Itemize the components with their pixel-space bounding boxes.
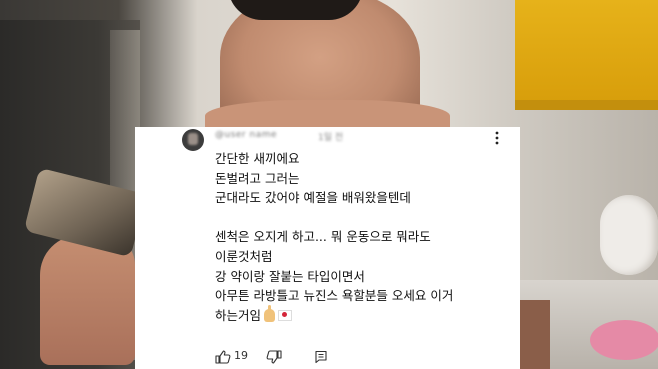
comment-card: @user name 1일 전 간단한 새끼에요 돈벌려고 그러는 군대라도 갔… xyxy=(135,127,520,369)
reply-icon[interactable] xyxy=(314,349,330,364)
pink-bowl xyxy=(590,320,658,360)
person-arm xyxy=(520,300,550,369)
thumbs-up-icon[interactable] xyxy=(215,349,231,364)
hand-emoji xyxy=(264,304,276,322)
comment-line: 간단한 새끼에요 xyxy=(215,151,300,166)
thumbs-down-icon[interactable] xyxy=(266,349,282,364)
cabinet-edge xyxy=(515,100,658,110)
person-hair xyxy=(228,0,363,20)
dish-rack-plate xyxy=(600,195,658,275)
comment-line: 군대라도 갔어야 예절을 배워왔을텐데 xyxy=(215,190,411,206)
japan-flag-emoji xyxy=(278,309,293,321)
comment-timestamp[interactable]: 1일 전 xyxy=(318,130,343,143)
yellow-cabinet xyxy=(515,0,658,108)
comment-line: 강 약이랑 잘붙는 타입이면서 xyxy=(215,268,365,284)
comment-line: 센척은 오지게 하고... 뭐 운동으로 뭐라도 xyxy=(215,229,431,245)
comment-line: 이룬것처럼 xyxy=(215,248,273,264)
comment-line: 돈벌려고 그러는 xyxy=(215,170,300,186)
avatar[interactable] xyxy=(182,129,204,151)
comment-line-blank xyxy=(215,208,510,228)
like-count: 19 xyxy=(234,349,248,362)
comment-actions: 19 xyxy=(215,349,515,365)
comment-body: 간단한 새끼에요 돈벌려고 그러는 군대라도 갔어야 예절을 배워왔을텐데 센척… xyxy=(215,149,510,325)
comment-author[interactable]: @user name xyxy=(215,130,277,140)
comment-line-last: 하는거임 xyxy=(215,304,510,326)
comment-line: 아무튼 라방틀고 뉴진스 욕할분들 오세요 이거 xyxy=(215,288,454,304)
comment-line-text: 하는거임 xyxy=(215,307,262,323)
more-vertical-icon[interactable] xyxy=(490,130,504,146)
